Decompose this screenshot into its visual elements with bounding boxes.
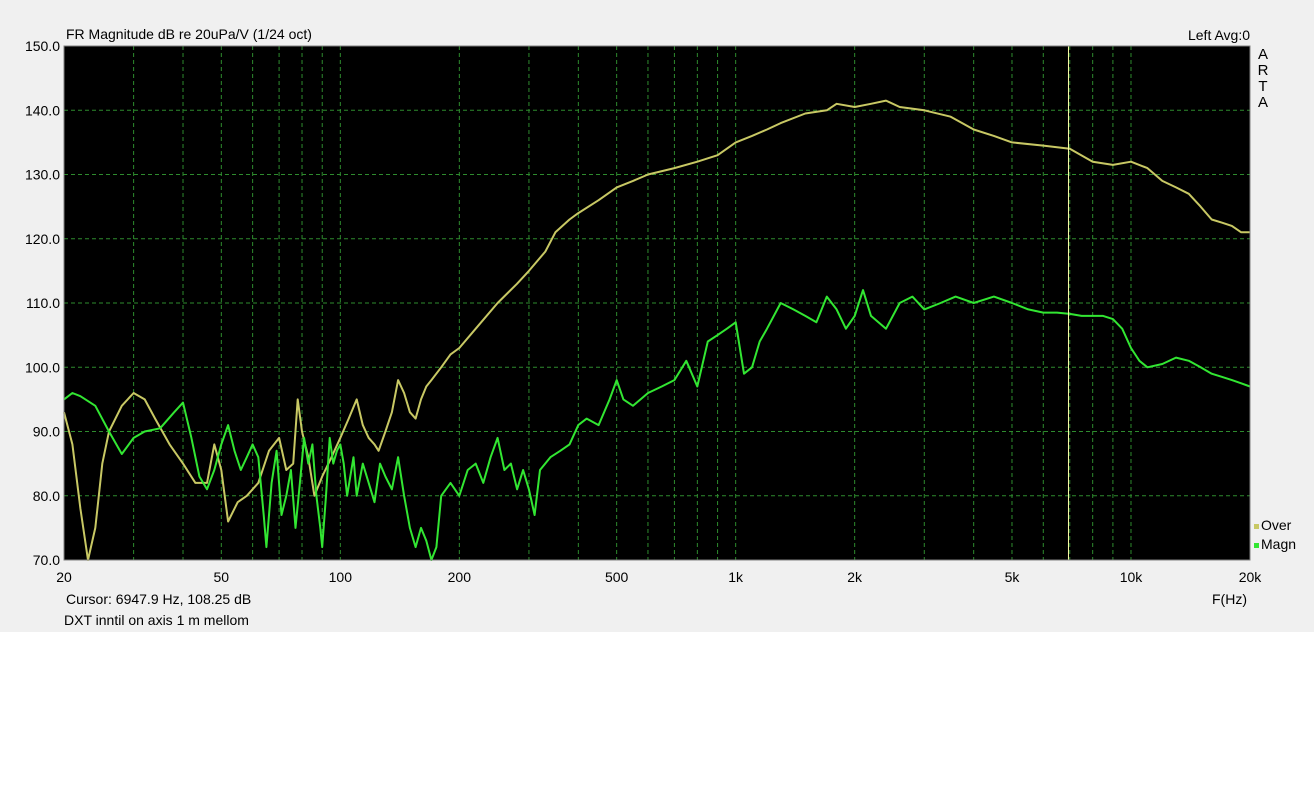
channel-status: Left Avg:0 [1187,27,1250,43]
x-tick-label: 50 [214,569,230,585]
y-tick-label: 130.0 [25,167,60,183]
x-tick-label: 1k [728,569,744,585]
x-tick-label: 20 [56,569,72,585]
legend-swatch-over [1254,524,1259,529]
x-tick-label: 200 [448,569,472,585]
x-axis-unit: F(Hz) [1212,591,1247,607]
measurement-note: DXT inntil on axis 1 m mellom [64,612,249,628]
y-tick-label: 110.0 [26,295,60,311]
y-tick-label: 100.0 [25,359,60,375]
chart-svg: 70.0 80.0 90.0 100.0 110.0 120.0 130.0 140.0 150… [25,38,1263,585]
y-tick-label: 150.0 [25,38,60,54]
arta-logo: A R T A [1256,47,1270,111]
legend-swatch-magn [1254,543,1259,548]
y-tick-label: 120.0 [25,231,60,247]
y-tick-label: 70.0 [33,552,60,568]
y-tick-label: 80.0 [33,488,60,504]
legend-label-magn: Magn [1261,536,1297,552]
brand-letter: R [1257,62,1269,79]
x-tick-label: 20k [1239,569,1263,585]
y-tick-label: 90.0 [33,424,60,440]
brand-letter: A [1257,94,1268,111]
brand-letter: A [1257,46,1268,63]
x-tick-label: 5k [1005,569,1021,585]
x-tick-label: 500 [605,569,629,585]
cursor-readout: Cursor: 6947.9 Hz, 108.25 dB [66,591,252,607]
legend-item-magn[interactable]: Magn [1254,536,1296,552]
legend-label-over: Over [1261,517,1292,533]
legend-item-over[interactable]: Over [1254,517,1291,533]
x-tick-label: 10k [1120,569,1144,585]
chart-title: FR Magnitude dB re 20uPa/V (1/24 oct) [66,26,312,42]
x-tick-label: 2k [847,569,863,585]
brand-letter: T [1258,78,1268,95]
y-tick-label: 140.0 [25,102,60,118]
x-tick-label: 100 [329,569,353,585]
chart-panel: 70.0 80.0 90.0 100.0 110.0 120.0 130.0 140.0 150… [0,0,1314,632]
